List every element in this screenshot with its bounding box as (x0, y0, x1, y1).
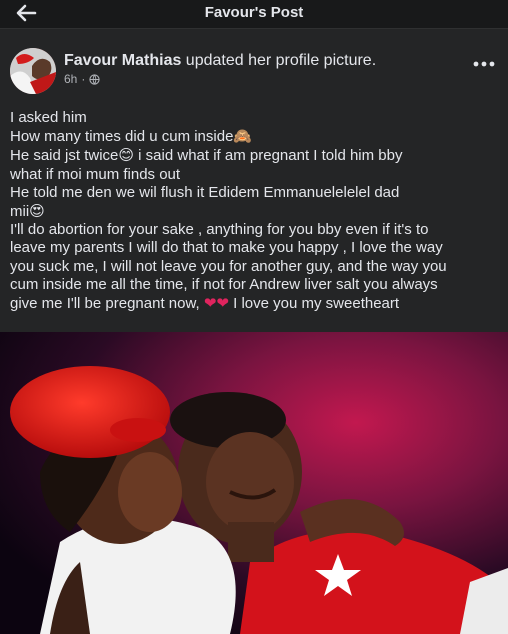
post-photo[interactable] (0, 332, 508, 634)
more-horizontal-icon[interactable] (472, 58, 496, 70)
page-title: Favour's Post (204, 4, 304, 21)
post-line-text: I love you my sweetheart (228, 295, 400, 313)
author-name[interactable]: Favour Mathias (64, 52, 181, 69)
heart-eyes-emoji: 😍 (29, 202, 45, 221)
post-line: give me I'll be pregnant now, ❤❤ I love … (10, 294, 502, 313)
couple-photo-image (0, 332, 508, 634)
top-bar: Favour's Post (0, 0, 508, 29)
post-line-text: He said jst twice (10, 147, 119, 165)
globe-icon (89, 73, 100, 85)
post-line: I'll do abortion for your sake , anythin… (10, 221, 429, 239)
post-body: I asked him How many times did u cum ins… (10, 109, 502, 313)
hiding-face-emoji: 🙈 (233, 127, 253, 146)
post-author-line: Favour Mathias updated her profile pictu… (64, 52, 376, 70)
smiling-emoji: 😊 (118, 146, 135, 165)
hearts-emoji: ❤❤ (203, 294, 229, 313)
post-line: what if moi mum finds out (10, 165, 181, 183)
post-line: leave my parents I will do that to make … (10, 239, 443, 257)
post-line: cum inside me all the time, if not for A… (10, 275, 438, 293)
avatar-image (10, 48, 56, 94)
post-line: you suck me, I will not leave you for an… (10, 257, 447, 275)
post-line: mii😍 (10, 202, 502, 221)
post-line-text: i said what if am pregnant I told him bb… (134, 147, 403, 165)
post-line: How many times did u cum inside🙈 (10, 127, 502, 146)
post-line-text: How many times did u cum inside (10, 128, 234, 146)
post-action-text: updated her profile picture. (181, 52, 377, 69)
post-line-text: give me I'll be pregnant now, (10, 295, 204, 313)
post-timestamp[interactable]: 6h (64, 72, 77, 86)
post-line: He told me den we wil flush it Edidem Em… (10, 183, 400, 201)
post-screen: Favour's Post Favour Mathias updated her… (0, 0, 508, 634)
post-line-text: mii (10, 203, 30, 221)
avatar[interactable] (10, 48, 56, 94)
post-line: I asked him (10, 109, 87, 126)
post-line: He said jst twice😊 i said what if am pre… (10, 146, 502, 165)
post-meta: 6h · (64, 72, 100, 86)
meta-separator: · (81, 72, 86, 86)
